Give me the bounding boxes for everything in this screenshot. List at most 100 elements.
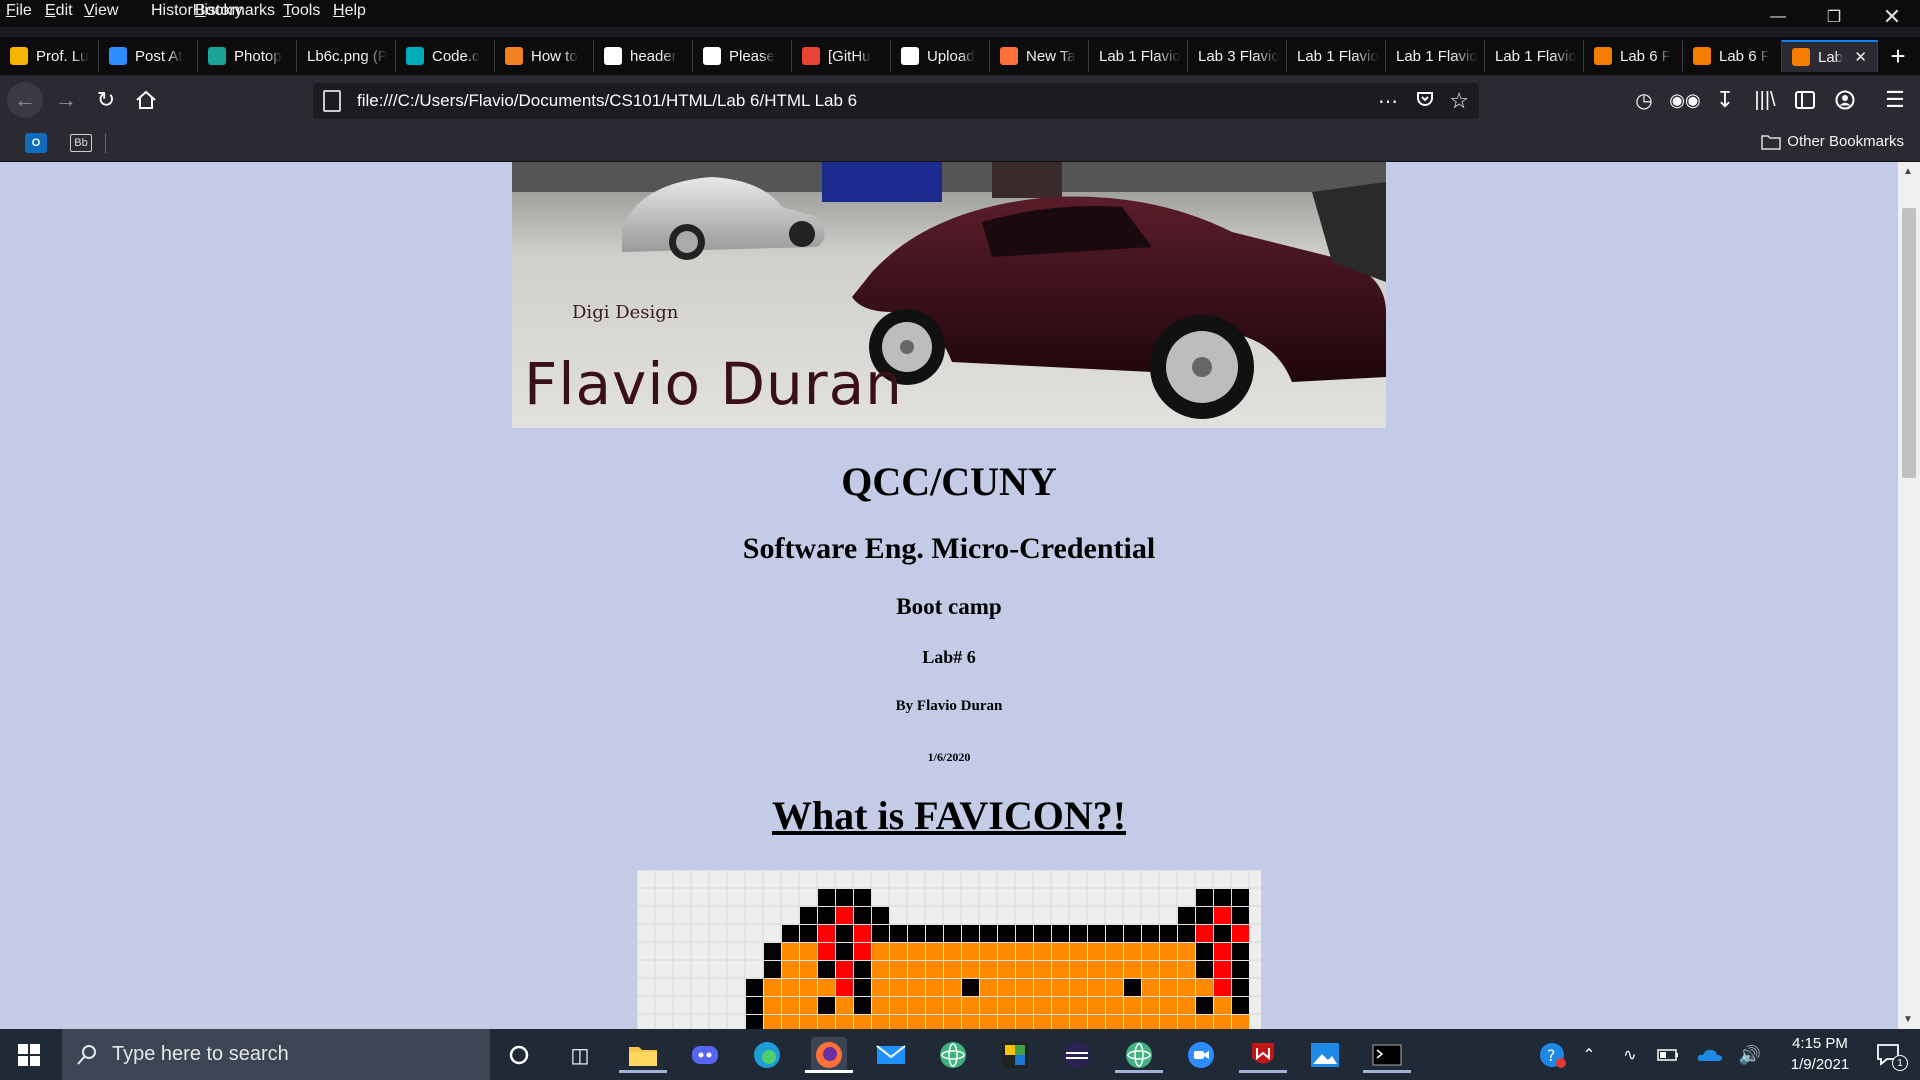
menu-item-help[interactable]: Help (333, 2, 366, 20)
blackboard-icon[interactable]: Bb (70, 134, 92, 152)
minimize-icon[interactable]: — (1750, 0, 1806, 33)
action-center-icon[interactable]: 1 (1870, 1037, 1908, 1073)
other-bookmarks-label: Other Bookmarks (1787, 133, 1904, 150)
forward-icon[interactable]: → (49, 83, 83, 117)
eclipse-icon[interactable] (1059, 1037, 1095, 1073)
mail-icon[interactable] (873, 1037, 909, 1073)
browser-tab[interactable]: Lab 6 F (1584, 40, 1683, 72)
terminal-icon[interactable] (1363, 1037, 1411, 1073)
blackboard-icon (10, 47, 28, 65)
scroll-down-icon[interactable]: ▼ (1903, 1014, 1913, 1025)
tab-title: Lab 1 Flavio (1099, 47, 1181, 65)
browser-tab[interactable]: Lb6c.png (P (297, 40, 396, 72)
wifi-icon[interactable]: ∿ (1612, 1037, 1648, 1073)
battery-icon[interactable] (1650, 1037, 1686, 1073)
sidebar-icon[interactable] (1788, 83, 1822, 117)
windows-start-icon[interactable] (18, 1044, 40, 1071)
atom-icon[interactable] (935, 1037, 971, 1073)
browser-tab[interactable]: Lab ✕ (1782, 40, 1878, 72)
photo-app-icon[interactable] (997, 1037, 1033, 1073)
browser-tab[interactable]: Please (693, 40, 792, 72)
scrollbar-thumb[interactable] (1902, 208, 1916, 478)
file-explorer-icon[interactable] (619, 1037, 667, 1073)
browser-tab[interactable]: Lab 3 Flavio (1188, 40, 1287, 72)
search-placeholder: Type here to search (112, 1043, 289, 1065)
show-hidden-icons-icon[interactable]: ⌃ (1571, 1037, 1607, 1073)
google-icon (604, 47, 622, 65)
private-mask-icon[interactable]: ◉◉ (1668, 83, 1702, 117)
browser-tab[interactable]: Post At (99, 40, 198, 72)
browser-tab[interactable]: New Ta (990, 40, 1089, 72)
page-actions-icon[interactable]: ⋯ (1378, 89, 1399, 114)
edge-icon[interactable] (749, 1037, 785, 1073)
menu-item-edit[interactable]: Edit (45, 2, 73, 20)
downloads-icon[interactable]: ↧ (1708, 83, 1742, 117)
back-icon[interactable]: ← (7, 82, 43, 118)
menu-item-bookmarks[interactable]: Bookmarks (195, 2, 275, 20)
browser-tab[interactable]: Lab 1 Flavio (1089, 40, 1188, 72)
new-tab-icon[interactable]: + (1878, 40, 1918, 72)
cortana-icon[interactable] (501, 1037, 537, 1073)
clock-date: 1/9/2021 (1790, 1056, 1850, 1073)
atom-alt-icon[interactable] (1115, 1037, 1163, 1073)
photos-icon[interactable] (1307, 1037, 1343, 1073)
help-notification-icon[interactable]: ? (1534, 1037, 1570, 1073)
tab-strip: Prof. Lu Post At Photop Lb6c.png (P Code.o Ho… (0, 37, 1920, 75)
page-heading-h1: QCC/CUNY (841, 459, 1057, 504)
browser-chrome: File Edit View HistorHistory Bookmarks Tools H… (0, 0, 1920, 162)
outlook-icon[interactable]: O (25, 133, 47, 153)
volume-icon[interactable]: 🔊 (1732, 1037, 1768, 1073)
hamburger-menu-icon[interactable]: ☰ (1878, 83, 1912, 117)
browser-tab[interactable]: Lab 1 Flavio (1386, 40, 1485, 72)
browser-tab[interactable]: Lab 6 F (1683, 40, 1782, 72)
history-icon[interactable]: ◷ (1627, 83, 1661, 117)
windows-taskbar: Type here to search ◫ ? ⌃ ∿ 🔊 4:15 PM 1/… (0, 1029, 1920, 1080)
tab-title: Lab 1 Flavio (1297, 47, 1379, 65)
browser-tab[interactable]: Lab 1 Flavio (1485, 40, 1584, 72)
page-heading-h2: Software Eng. Micro-Credential (742, 532, 1156, 565)
restore-icon[interactable]: ❐ (1806, 0, 1862, 33)
firefox-icon[interactable] (805, 1037, 853, 1073)
discord-icon[interactable] (687, 1037, 723, 1073)
pocket-icon[interactable] (1415, 89, 1435, 114)
tab-title: Lab (1818, 48, 1844, 66)
url-bar[interactable]: file:///C:/Users/Flavio/Documents/CS101/… (313, 83, 1479, 119)
close-icon[interactable]: ✕ (1864, 0, 1920, 33)
page-scrollbar[interactable]: ▲ ▼ (1898, 162, 1920, 1029)
tab-title: Code.o (432, 47, 481, 65)
tab-title: header (630, 47, 677, 65)
task-view-icon[interactable]: ◫ (562, 1037, 598, 1073)
firefox-icon (1000, 47, 1018, 65)
browser-tab[interactable]: Prof. Lu (0, 40, 99, 72)
menu-item-tools[interactable]: Tools (283, 2, 320, 20)
stackoverflow-icon (505, 47, 523, 65)
browser-tab[interactable]: Code.o (396, 40, 495, 72)
other-bookmarks[interactable]: Other Bookmarks (1761, 133, 1904, 150)
library-icon[interactable]: |||\ (1748, 83, 1782, 117)
bookmarks-toolbar: O Bb Other Bookmarks (0, 125, 1920, 162)
reload-icon[interactable]: ↻ (89, 83, 123, 117)
mcafee-icon[interactable] (1239, 1037, 1287, 1073)
browser-tab[interactable]: Lab 1 Flavio (1287, 40, 1386, 72)
browser-tab[interactable]: How to (495, 40, 594, 72)
zoom-icon (109, 47, 127, 65)
system-clock[interactable]: 4:15 PM 1/9/2021 (1780, 1033, 1860, 1075)
menu-item-file[interactable]: File (6, 2, 32, 20)
zoom-icon[interactable] (1183, 1037, 1219, 1073)
banner-name: Flavio Duran (524, 350, 903, 418)
account-icon[interactable] (1828, 83, 1862, 117)
tab-title: How to (531, 47, 578, 65)
browser-tab[interactable]: Upload (891, 40, 990, 72)
onedrive-icon[interactable] (1692, 1037, 1728, 1073)
browser-tab[interactable]: [GitHu (792, 40, 891, 72)
menu-item-view[interactable]: View (84, 2, 118, 20)
browser-tab[interactable]: header (594, 40, 693, 72)
home-icon[interactable] (129, 83, 163, 117)
browser-tab[interactable]: Photop (198, 40, 297, 72)
section-title: What is FAVICON?! (771, 793, 1127, 838)
scroll-up-icon[interactable]: ▲ (1903, 166, 1913, 177)
tab-title: New Ta (1026, 47, 1076, 65)
close-tab-icon[interactable]: ✕ (1854, 48, 1867, 66)
bookmark-star-icon[interactable]: ☆ (1449, 88, 1469, 114)
taskbar-search-box[interactable]: Type here to search (62, 1029, 490, 1080)
